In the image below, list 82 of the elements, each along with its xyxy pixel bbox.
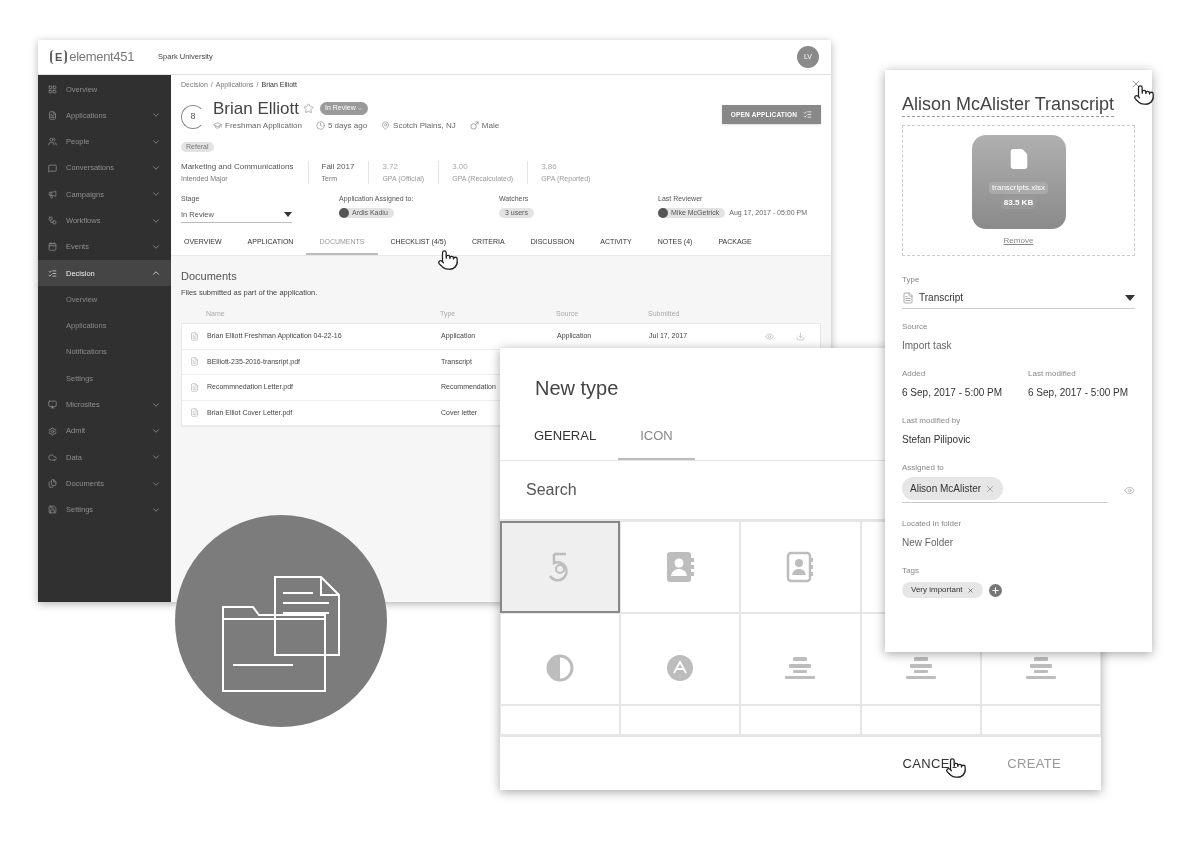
- application-type: Freshman Application: [225, 119, 302, 132]
- plus-icon: [990, 585, 1000, 595]
- remove-icon[interactable]: [985, 483, 996, 494]
- file-icon: [190, 408, 199, 418]
- person-chip: Alison McAlister: [902, 477, 1004, 500]
- sidebar-icon: [48, 163, 57, 173]
- field-label: Type: [902, 274, 921, 286]
- half-circle-icon: [546, 653, 575, 682]
- graduation-cap-icon: [213, 121, 222, 130]
- download-icon[interactable]: [796, 331, 805, 341]
- sidebar-icon: [48, 137, 57, 147]
- tag-chip: Very important: [902, 582, 983, 598]
- dialog-tab[interactable]: ICON: [618, 426, 695, 460]
- avatar-icon: [339, 207, 349, 218]
- sidebar-icon: [48, 84, 57, 94]
- align-center-icon: [784, 655, 817, 680]
- avatar-icon: [658, 207, 668, 218]
- contact-book-icon: [665, 550, 696, 583]
- eye-icon[interactable]: [1124, 484, 1135, 496]
- caret-icon: [284, 211, 292, 217]
- stat-value: Fall 2017: [321, 160, 355, 173]
- sidebar-icon: [48, 268, 57, 278]
- field-label: Tags: [902, 565, 920, 577]
- sidebar-icon: [48, 216, 57, 226]
- sidebar-icon: [48, 242, 57, 252]
- caret-icon: [1125, 294, 1135, 301]
- stat-value: 3.86: [541, 160, 558, 173]
- sidebar-icon: [48, 505, 57, 515]
- field-value: New Folder: [902, 536, 955, 550]
- dialog-tab[interactable]: GENERAL: [512, 426, 619, 460]
- contact-book-icon: [785, 550, 816, 583]
- field-value: Stefan Pilipovic: [902, 433, 972, 447]
- field-label: Source: [902, 321, 929, 333]
- caret-icon: [356, 105, 363, 112]
- location: Scotch Plains, NJ: [393, 119, 456, 132]
- section-title: Documents: [181, 269, 238, 285]
- icon-option[interactable]: [500, 520, 621, 613]
- add-tag-button[interactable]: [988, 583, 1002, 597]
- sidebar-icon: [48, 189, 57, 199]
- logo-text: element451: [69, 48, 135, 67]
- chevron-down-icon: [151, 426, 161, 436]
- male-sign-icon: [469, 121, 479, 130]
- time-ago: 5 days ago: [327, 119, 368, 132]
- stat-value: 3.72: [382, 160, 399, 173]
- field-label: Added: [902, 368, 927, 380]
- stat-value: 3.00: [452, 160, 469, 173]
- assignee-field[interactable]: Alison McAlister: [902, 477, 1108, 503]
- sidebar-icon: [48, 452, 57, 462]
- sidebar-icon: [48, 110, 57, 120]
- field-value: Import task: [902, 339, 953, 353]
- field-label: Last modified: [1028, 368, 1077, 380]
- field-label: Assigned to: [902, 462, 945, 474]
- logo-mark: E: [50, 50, 68, 64]
- document-icon: [902, 291, 914, 304]
- sidebar-icon: [48, 426, 57, 436]
- applicant-name: Brian Elliott: [213, 98, 299, 119]
- panel-title: Alison McAlister Transcript: [902, 92, 1115, 117]
- file-size: 83.5 KB: [1000, 197, 1037, 209]
- eye-icon[interactable]: [765, 331, 774, 341]
- letter-circle-icon: [666, 653, 695, 682]
- field-label: Located in folder: [902, 518, 963, 530]
- checklist-icon: [803, 109, 812, 119]
- field-value: 6 Sep, 2017 - 5:00 PM: [1028, 386, 1129, 400]
- star-icon[interactable]: [303, 103, 314, 114]
- align-center-icon: [904, 655, 937, 680]
- align-center-icon: [1024, 655, 1057, 680]
- field-label: Last modified by: [902, 415, 962, 427]
- dialog-title: New type: [535, 377, 619, 399]
- type-select[interactable]: Transcript: [902, 290, 1135, 309]
- sidebar-icon: [48, 479, 57, 489]
- field-value: 6 Sep, 2017 - 5:00 PM: [902, 386, 1004, 400]
- gender: Male: [481, 119, 500, 132]
- file-icon: [190, 382, 199, 392]
- sidebar-icon: [48, 400, 57, 410]
- pin-icon: [381, 121, 391, 130]
- remove-link[interactable]: Remove: [1003, 235, 1034, 247]
- file-icon: [190, 331, 199, 341]
- file-name: transcripts.xlsx: [989, 182, 1048, 194]
- stat-value: Marketing and Communications: [181, 160, 294, 173]
- remove-icon[interactable]: [966, 586, 974, 594]
- clock-icon: [315, 121, 325, 130]
- file-icon: [190, 357, 199, 367]
